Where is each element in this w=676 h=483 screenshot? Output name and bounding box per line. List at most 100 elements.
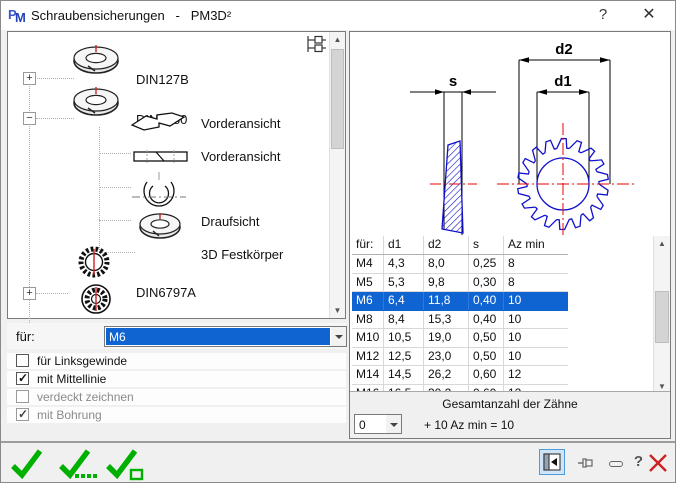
scroll-up-icon[interactable]: ▲ bbox=[654, 236, 670, 251]
table-cell: 26,2 bbox=[424, 366, 469, 384]
spring-washer-3d-icon bbox=[70, 42, 122, 78]
app-icon: P M bbox=[8, 6, 28, 24]
chevron-down-icon[interactable] bbox=[331, 327, 346, 346]
table-cell: 11,8 bbox=[424, 292, 469, 310]
table-cell: M8 bbox=[352, 311, 384, 329]
component-tree: + DIN127B − DIN7980 Vorderansicht bbox=[7, 31, 346, 319]
table-cell: 19,0 bbox=[424, 329, 469, 347]
table-row[interactable]: M1010,519,00,5010 bbox=[352, 329, 568, 348]
checkbox-box-icon[interactable] bbox=[16, 354, 29, 367]
ok-check-square-icon bbox=[104, 445, 146, 481]
top-view-arcs-icon bbox=[130, 172, 188, 208]
table-cell: 0,50 bbox=[469, 348, 504, 366]
tree-expander-din7980[interactable]: − bbox=[23, 112, 36, 125]
tree-item-3d-festkoerper[interactable]: 3D Festkörper bbox=[201, 247, 283, 262]
flat-section-view-icon bbox=[133, 149, 189, 165]
dim-label-d2: d2 bbox=[555, 41, 573, 58]
teeth-formula: + 10 Az min = 10 bbox=[424, 418, 514, 432]
tree-item-din6797a[interactable]: DIN6797A bbox=[136, 285, 196, 300]
checkbox-label: verdeckt zeichnen bbox=[37, 390, 134, 404]
table-header-cell: Az min bbox=[504, 236, 568, 254]
table-cell: M12 bbox=[352, 348, 384, 366]
titlebar-help-button[interactable]: ? bbox=[589, 3, 617, 27]
svg-text:M: M bbox=[15, 10, 26, 24]
teeth-offset-value[interactable]: 0 bbox=[356, 416, 385, 432]
table-row[interactable]: M1414,526,20,6012 bbox=[352, 366, 568, 385]
titlebar-close-button[interactable]: ✕ bbox=[635, 3, 663, 27]
table-row[interactable]: M88,415,30,4010 bbox=[352, 311, 568, 330]
ok-continue-button[interactable] bbox=[57, 445, 101, 483]
table-header-cell: für: bbox=[352, 236, 384, 254]
tree-scrollbar[interactable]: ▲ ▼ bbox=[329, 32, 345, 318]
size-combobox-value[interactable]: M6 bbox=[106, 328, 330, 345]
tree-connector bbox=[99, 153, 131, 154]
title-bar: P M Schraubensicherungen - PM3D² ? ✕ bbox=[1, 1, 675, 30]
panel-toggle-button[interactable] bbox=[539, 449, 565, 475]
teeth-offset-combobox[interactable]: 0 bbox=[354, 414, 402, 434]
table-cell: 12 bbox=[504, 366, 568, 384]
checkbox-linksgewinde[interactable]: für Linksgewinde bbox=[7, 353, 346, 369]
footer-bar: ? bbox=[1, 443, 675, 483]
table-row[interactable]: M66,411,80,4010 bbox=[352, 292, 568, 311]
table-cell: 8,0 bbox=[424, 255, 469, 273]
ok-new-button[interactable] bbox=[104, 445, 146, 483]
panel-collapse-icon bbox=[540, 450, 564, 474]
table-cell: 15,3 bbox=[424, 311, 469, 329]
table-cell: M5 bbox=[352, 274, 384, 292]
tree-expander-din127b[interactable]: + bbox=[23, 72, 36, 85]
tree-structure-icon[interactable] bbox=[305, 35, 327, 55]
window-title: Schraubensicherungen - PM3D² bbox=[31, 8, 231, 23]
technical-drawing: s d2 d1 bbox=[350, 32, 670, 235]
scroll-up-icon[interactable]: ▲ bbox=[330, 32, 345, 47]
size-label: für: bbox=[16, 329, 35, 344]
tree-item-vorderansicht-1[interactable]: Vorderansicht bbox=[201, 116, 281, 131]
internal-tooth-washer-icon bbox=[68, 282, 124, 316]
dim-label-d1: d1 bbox=[554, 73, 572, 90]
ok-button[interactable] bbox=[9, 445, 45, 483]
pin-icon[interactable] bbox=[577, 454, 595, 472]
table-scrollbar-thumb[interactable] bbox=[655, 291, 669, 343]
ok-check-dots-icon bbox=[57, 445, 101, 481]
dialog-window: P M Schraubensicherungen - PM3D² ? ✕ + D… bbox=[0, 0, 676, 483]
table-cell: 6,4 bbox=[384, 292, 424, 310]
table-cell: 4,3 bbox=[384, 255, 424, 273]
tree-scrollbar-thumb[interactable] bbox=[331, 49, 344, 149]
table-cell: 0,30 bbox=[469, 274, 504, 292]
tree-expander-din6797a[interactable]: + bbox=[23, 287, 36, 300]
table-header-cell: s bbox=[469, 236, 504, 254]
size-combobox[interactable]: M6 bbox=[104, 326, 347, 347]
checkbox-label: für Linksgewinde bbox=[37, 354, 127, 368]
table-cell: 14,5 bbox=[384, 366, 424, 384]
solid-3d-washer-icon bbox=[136, 210, 184, 242]
tree-item-draufsicht[interactable]: Draufsicht bbox=[201, 214, 260, 229]
checkbox-mittellinie[interactable]: mit Mittellinie bbox=[7, 371, 346, 387]
checkbox-bohrung: mit Bohrung bbox=[7, 407, 346, 423]
table-cell: 0,60 bbox=[469, 366, 504, 384]
table-header-cell: d1 bbox=[384, 236, 424, 254]
chevron-down-icon[interactable] bbox=[386, 415, 401, 433]
table-row[interactable]: M55,39,80,308 bbox=[352, 274, 568, 293]
table-cell: 0,40 bbox=[469, 311, 504, 329]
external-tooth-washer-icon bbox=[66, 245, 122, 279]
table-cell: 10 bbox=[504, 348, 568, 366]
tree-item-vorderansicht-2[interactable]: Vorderansicht bbox=[201, 149, 281, 164]
tree-connector bbox=[99, 127, 100, 252]
table-cell: M4 bbox=[352, 255, 384, 273]
scroll-down-icon[interactable]: ▼ bbox=[330, 303, 345, 318]
table-cell: M6 bbox=[352, 292, 384, 310]
tree-item-din127b[interactable]: DIN127B bbox=[136, 72, 189, 87]
table-row[interactable]: M1212,523,00,5010 bbox=[352, 348, 568, 367]
minimize-icon[interactable] bbox=[609, 461, 623, 467]
table-scrollbar[interactable]: ▲ ▼ bbox=[653, 236, 670, 394]
table-row[interactable]: M44,38,00,258 bbox=[352, 255, 568, 274]
checkbox-box-icon[interactable] bbox=[16, 372, 29, 385]
table-cell: 10 bbox=[504, 311, 568, 329]
tree-connector bbox=[99, 220, 131, 221]
cancel-button[interactable] bbox=[647, 452, 669, 474]
tree-connector bbox=[36, 118, 74, 119]
help-icon[interactable]: ? bbox=[634, 453, 643, 470]
table-cell: 8 bbox=[504, 274, 568, 292]
table-cell: 10,5 bbox=[384, 329, 424, 347]
table-cell: 0,25 bbox=[469, 255, 504, 273]
teeth-section: Gesamtanzahl der Zähne 0 + 10 Az min = 1… bbox=[350, 391, 670, 438]
